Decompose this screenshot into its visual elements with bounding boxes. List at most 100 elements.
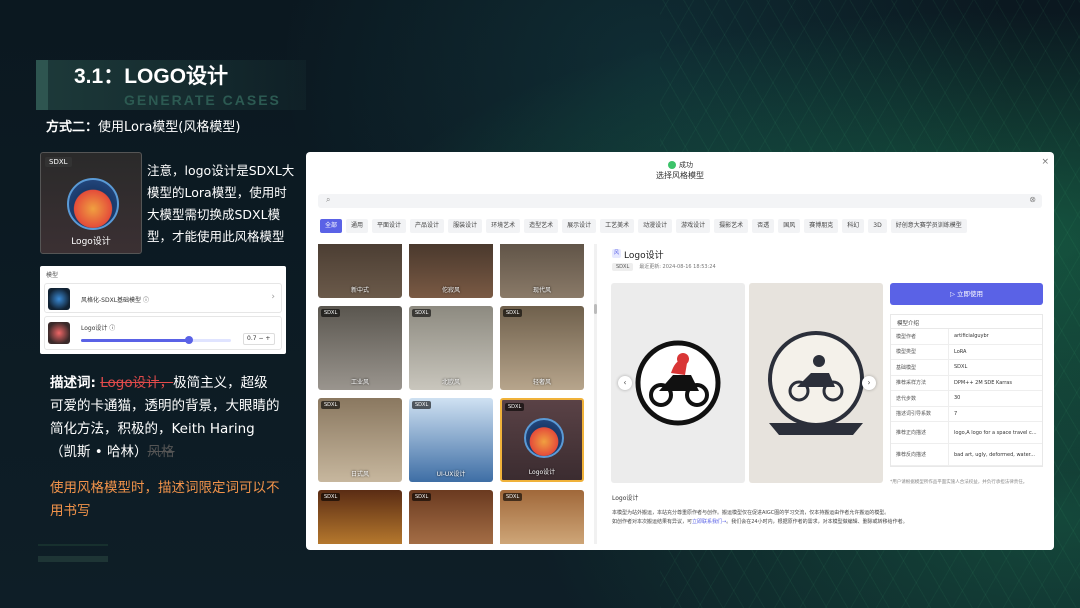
scrollbar-thumb[interactable] [594, 304, 597, 314]
info-key: 基础模型 [891, 360, 949, 375]
chevron-right-icon[interactable]: › [271, 292, 275, 302]
style-badge-icon: 风 [612, 249, 621, 258]
success-toast: 成功 [668, 160, 693, 170]
tab-category[interactable]: 平面设计 [372, 219, 407, 233]
tab-category[interactable]: 环境艺术 [486, 219, 521, 233]
info-note: *用户请根据模型所作品平面实施人合法权益，并负行承担法律责任。 [890, 480, 1028, 485]
tab-category[interactable]: 通用 [346, 219, 369, 233]
info-key: 模型类型 [891, 344, 949, 359]
base-model-icon [48, 288, 70, 310]
desc-text-b: 。我们会在24小时内，根据原作者的需求，对本模型做编辑、删除或转移给作者。 [726, 519, 908, 525]
info-row: 迭代步数 30 [891, 391, 1042, 407]
style-model-dialog: 成功 选择风格模型 × ⌕ ⊗ 全部 通用 平面设计 产品设计 服装设计 环境艺术 造型艺术… [306, 152, 1054, 550]
weight-slider[interactable] [81, 336, 231, 344]
tab-category[interactable]: 造型艺术 [524, 219, 559, 233]
desc-text-a: 如创作者对本次搬运结果有异议，可 [612, 519, 693, 525]
method-text: 使用Lora模型(风格模型) [98, 120, 241, 135]
sdxl-tag: SDXL [412, 401, 432, 409]
bottom-fade [606, 538, 1054, 550]
close-icon[interactable]: × [1041, 157, 1049, 167]
tab-category[interactable]: 产品设计 [410, 219, 445, 233]
tab-category[interactable]: 好创意大赛学员训练模型 [890, 219, 967, 233]
model-grid: 新中式 佗寂风 现代风 SDXL 工业风 SDXL 北欧风 SDXL 轻奢风 SDXL 日式风 SDX… [318, 244, 588, 544]
model-card[interactable]: SDXL Logo设计 [500, 398, 584, 482]
lora-model-row: Logo设计 ⓘ 0.7 − + [44, 316, 282, 350]
tab-category[interactable]: 国风 [778, 219, 801, 233]
logo-model-thumbnail: SDXL Logo设计 [40, 152, 142, 254]
logo-image [524, 418, 564, 458]
info-value[interactable]: bad art, ugly, deformed, water... [949, 444, 1042, 465]
next-image-button[interactable]: › [862, 376, 876, 390]
base-model-row[interactable]: 风格化-SDXL基础模型 ⓘ › [44, 283, 282, 313]
slider-handle[interactable] [185, 336, 193, 344]
info-key: 描述词引导系数 [891, 406, 949, 421]
model-card-label: 轻奢风 [532, 379, 551, 386]
tab-category[interactable]: 游戏设计 [676, 219, 711, 233]
use-now-button[interactable]: ▷ 立即使用 [890, 283, 1043, 305]
sdxl-tag: SDXL [412, 493, 432, 501]
info-row: 模型作者 artificialguybr [891, 329, 1042, 345]
tab-category[interactable]: 全部 [320, 219, 343, 233]
desc-struck: Logo设计， [100, 375, 174, 391]
sdxl-tag: SDXL [321, 309, 341, 317]
info-key: 迭代步数 [891, 391, 949, 406]
toast-text: 成功 [679, 161, 693, 169]
sdxl-tag: SDXL [612, 263, 634, 271]
tab-category[interactable]: 服装设计 [448, 219, 483, 233]
sdxl-tag: SDXL [45, 157, 72, 167]
detail-title: Logo设计 [624, 251, 664, 261]
info-value: artificialguybr [954, 333, 989, 340]
info-value: LoRA [954, 348, 967, 355]
info-header: 模型介绍 [891, 315, 1042, 329]
grid-scrollbar[interactable] [594, 244, 597, 544]
lora-model-label: Logo设计 ⓘ [81, 325, 116, 332]
search-input[interactable]: ⌕ ⊗ [318, 194, 1042, 208]
model-card[interactable]: SDXL [500, 490, 584, 544]
info-row: 模型类型 LoRA [891, 344, 1042, 360]
model-card[interactable]: 佗寂风 [409, 244, 493, 298]
info-row: 推荐反向描述 bad art, ugly, deformed, water... [891, 444, 1042, 466]
decor-bar [38, 556, 108, 562]
model-card[interactable]: 新中式 [318, 244, 402, 298]
slide-title: 3.1：LOGO设计 [74, 65, 229, 88]
contact-link[interactable]: 立即联系我们→ [692, 519, 726, 525]
model-card[interactable]: SDXL 日式风 [318, 398, 402, 482]
model-card-label: 工业风 [350, 379, 369, 386]
tip-text: 使用风格模型时，描述词限定词可以不用书写 [50, 480, 280, 519]
model-card[interactable]: SDXL UI-UX设计 [409, 398, 493, 482]
tab-category[interactable]: 科幻 [842, 219, 865, 233]
tab-category[interactable]: 摄影艺术 [714, 219, 749, 233]
description-line-2: 如创作者对本次搬运结果有异议，可立即联系我们→。我们会在24小时内，根据原作者的… [612, 518, 1042, 527]
model-card[interactable]: SDXL [409, 490, 493, 544]
model-card-label: 新中式 [350, 287, 369, 294]
tab-category[interactable]: 3D [868, 219, 887, 233]
weight-stepper[interactable]: 0.7 − + [243, 333, 275, 345]
model-card[interactable]: 现代风 [500, 244, 584, 298]
tab-category[interactable]: 工艺美术 [600, 219, 635, 233]
info-value[interactable]: logo,A logo for a space travel c... [949, 422, 1042, 443]
model-card[interactable]: SDXL [318, 490, 402, 544]
clear-icon[interactable]: ⊗ [1029, 195, 1036, 204]
lora-model-icon [48, 322, 70, 344]
info-value: DPM++ 2M SDE Karras [954, 379, 1012, 386]
model-card[interactable]: SDXL 工业风 [318, 306, 402, 390]
prev-image-button[interactable]: ‹ [618, 376, 632, 390]
info-key: 推荐正向描述 [891, 422, 949, 443]
sdxl-tag: SDXL [321, 401, 341, 409]
model-card[interactable]: SDXL 北欧风 [409, 306, 493, 390]
sdxl-tag: SDXL [505, 403, 525, 411]
logo-image [67, 178, 119, 230]
model-panel-header: 模型 [46, 272, 59, 279]
model-panel: 模型 风格化-SDXL基础模型 ⓘ › Logo设计 ⓘ 0.7 − + [40, 266, 286, 354]
tab-category[interactable]: 赛博朋克 [804, 219, 839, 233]
sdxl-tag: SDXL [503, 493, 523, 501]
description-body: 本模型为站外搬运，本站充分尊重原作者与创作。搬运模型仅在促进AIGC图的学习交流… [612, 509, 1042, 527]
tab-category[interactable]: 否透 [752, 219, 775, 233]
tab-category[interactable]: 展示设计 [562, 219, 597, 233]
tab-category[interactable]: 动漫设计 [638, 219, 673, 233]
slider-fill [81, 339, 189, 342]
info-value: SDXL [954, 364, 968, 371]
search-icon: ⌕ [326, 195, 331, 204]
model-card[interactable]: SDXL 轻奢风 [500, 306, 584, 390]
info-key: 模型作者 [891, 329, 949, 344]
